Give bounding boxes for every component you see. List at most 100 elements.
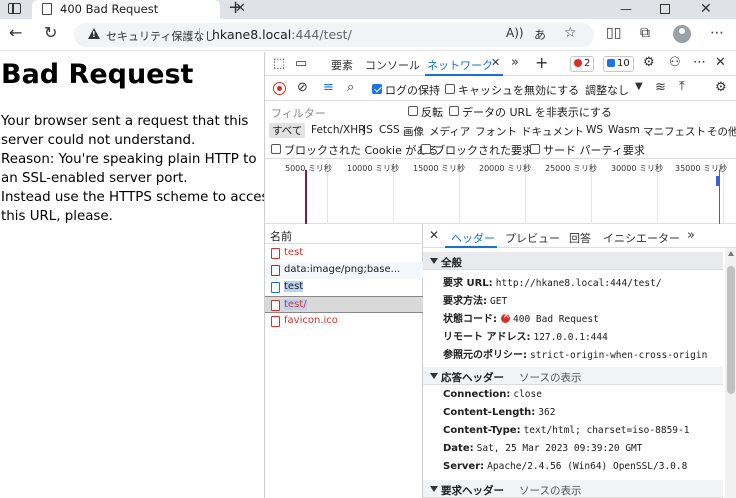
- collapse-icon: [430, 373, 438, 379]
- warning-icon[interactable]: [88, 28, 100, 39]
- record-icon[interactable]: [273, 82, 286, 95]
- network-conditions-icon[interactable]: ≋: [655, 80, 666, 95]
- type-wasm[interactable]: Wasm: [608, 124, 640, 136]
- view-source-link[interactable]: ソースの表示: [519, 370, 581, 385]
- type-other[interactable]: その他: [707, 124, 736, 139]
- type-image[interactable]: 画像: [403, 124, 424, 139]
- request-headers-section-header[interactable]: 要求ヘッダー ソースの表示: [423, 480, 723, 498]
- avatar[interactable]: [673, 25, 691, 43]
- tab-console[interactable]: コンソール: [365, 57, 420, 73]
- table-row[interactable]: test/: [265, 296, 423, 313]
- browser-tab[interactable]: 400 Bad Request ✕: [32, 0, 246, 19]
- section-title: 要求ヘッダー: [441, 485, 504, 497]
- table-row[interactable]: test: [265, 245, 423, 262]
- import-icon[interactable]: ⤒: [679, 79, 685, 94]
- close-window-icon[interactable]: ✕: [700, 1, 712, 17]
- url-text[interactable]: hkane8.local:444/test/: [212, 27, 352, 42]
- filter-input[interactable]: フィルター: [271, 105, 326, 121]
- more-icon[interactable]: ⋯: [710, 25, 724, 41]
- error-message: Your browser sent a request that this se…: [1, 112, 276, 226]
- filter-icon[interactable]: ≡: [323, 80, 334, 95]
- type-filter-bar: すべて Fetch/XHR JS CSS 画像 メディア フォント ドキュメント…: [265, 121, 736, 140]
- maximize-icon[interactable]: [660, 4, 670, 14]
- clear-icon[interactable]: ⊘: [297, 80, 308, 95]
- tab-network[interactable]: ネットワーク: [427, 57, 493, 73]
- scroll-up-icon[interactable]: [728, 251, 734, 256]
- type-manifest[interactable]: マニフェスト: [643, 124, 706, 139]
- tab-preview[interactable]: プレビュー: [505, 230, 560, 246]
- request-name: test: [284, 247, 304, 258]
- type-font[interactable]: フォント: [475, 124, 517, 139]
- type-media[interactable]: メディア: [429, 124, 470, 139]
- reload-icon[interactable]: ↻: [44, 23, 57, 42]
- type-document[interactable]: ドキュメント: [521, 124, 584, 139]
- tab-response[interactable]: 回答: [569, 230, 591, 246]
- throttle-select[interactable]: 調整なし: [585, 82, 629, 98]
- more-tabs-icon[interactable]: »: [687, 228, 695, 243]
- collections-icon[interactable]: ⧉: [640, 25, 650, 41]
- read-aloud-icon[interactable]: A)): [506, 26, 524, 40]
- more-tabs-icon[interactable]: »: [511, 55, 519, 70]
- overview-label: 5000 ミリ秒: [285, 164, 332, 173]
- add-tab-icon[interactable]: +: [535, 53, 548, 72]
- type-ws[interactable]: WS: [586, 124, 603, 136]
- view-source-link[interactable]: ソースの表示: [519, 483, 581, 498]
- filter-row: フィルター 反転 データの URL を非表示にする: [265, 102, 736, 121]
- split-screen-icon[interactable]: ▯▯: [606, 25, 621, 41]
- file-icon: [271, 316, 280, 327]
- third-party-checkbox[interactable]: [530, 144, 540, 154]
- type-fetch-xhr[interactable]: Fetch/XHR: [311, 124, 365, 136]
- tab-strip: 400 Bad Request ✕ + — ✕: [0, 0, 736, 19]
- blocked-requests-checkbox[interactable]: [421, 144, 431, 154]
- invert-checkbox[interactable]: [408, 106, 418, 116]
- close-tab-icon[interactable]: ✕: [491, 56, 500, 69]
- inspect-icon[interactable]: ⬚: [273, 56, 285, 71]
- address-bar[interactable]: セキュリティ保護なし hkane8.local:444/test/ A)) あ …: [74, 23, 594, 47]
- collapse-icon: [430, 486, 438, 492]
- more-icon[interactable]: ⋯: [693, 55, 706, 70]
- blocked-cookies-checkbox[interactable]: [271, 144, 281, 154]
- table-row[interactable]: data:image/png;base...: [265, 262, 423, 279]
- column-header[interactable]: 名前: [265, 224, 423, 244]
- back-icon[interactable]: ←: [9, 23, 22, 42]
- response-headers-section-header[interactable]: 応答ヘッダー ソースの表示: [423, 367, 723, 385]
- close-devtools-icon[interactable]: ✕: [715, 55, 726, 70]
- device-icon[interactable]: ▭: [295, 56, 307, 71]
- tab-elements[interactable]: 要素: [331, 57, 353, 73]
- network-settings-icon[interactable]: ⚙: [715, 80, 727, 95]
- tab-initiator[interactable]: イニシエーター: [603, 230, 680, 246]
- type-css[interactable]: CSS: [379, 124, 400, 136]
- error-badge[interactable]: 2: [570, 56, 595, 72]
- scroll-thumb[interactable]: [727, 266, 735, 394]
- overview-label: 20000 ミリ秒: [479, 164, 531, 173]
- blocked-cookies-label: ブロックされた Cookie がある: [284, 144, 439, 157]
- chevron-down-icon[interactable]: ▼: [635, 81, 643, 92]
- general-section-header[interactable]: 全般: [423, 252, 723, 270]
- settings-icon[interactable]: ⚙: [643, 55, 655, 70]
- preserve-log-checkbox[interactable]: [372, 84, 382, 94]
- search-icon[interactable]: ⌕: [347, 80, 354, 95]
- hide-data-urls-checkbox[interactable]: [449, 106, 459, 116]
- header-row: Server: Apache/2.4.56 (Win64) OpenSSL/3.0…: [443, 461, 687, 478]
- header-value: strict-origin-when-cross-origin: [530, 350, 708, 361]
- minimize-icon[interactable]: —: [620, 2, 632, 16]
- type-js[interactable]: JS: [363, 124, 373, 136]
- network-overview[interactable]: 5000 ミリ秒 10000 ミリ秒 15000 ミリ秒 20000 ミリ秒 2…: [265, 160, 736, 224]
- table-row[interactable]: favicon.ico: [265, 313, 423, 330]
- scrollbar[interactable]: [725, 248, 736, 498]
- navigation-bar: ← ↻ セキュリティ保護なし hkane8.local:444/test/ A)…: [0, 19, 736, 51]
- favorite-icon[interactable]: ☆: [564, 25, 577, 41]
- table-row[interactable]: test: [265, 279, 423, 296]
- tab-headers[interactable]: ヘッダー: [451, 230, 495, 246]
- new-tab-icon[interactable]: +: [228, 0, 243, 18]
- disable-cache-checkbox[interactable]: [445, 84, 455, 94]
- connect-icon[interactable]: ⚇: [669, 55, 681, 70]
- tab-actions-icon[interactable]: [8, 3, 21, 14]
- header-key: リモート アドレス:: [443, 332, 531, 343]
- overview-label: 15000 ミリ秒: [413, 164, 465, 173]
- translate-icon[interactable]: あ: [534, 26, 546, 43]
- close-detail-icon[interactable]: ✕: [429, 228, 439, 242]
- type-all[interactable]: すべて: [269, 123, 306, 138]
- header-key: 要求 URL:: [443, 278, 493, 289]
- message-badge[interactable]: 10: [603, 56, 634, 72]
